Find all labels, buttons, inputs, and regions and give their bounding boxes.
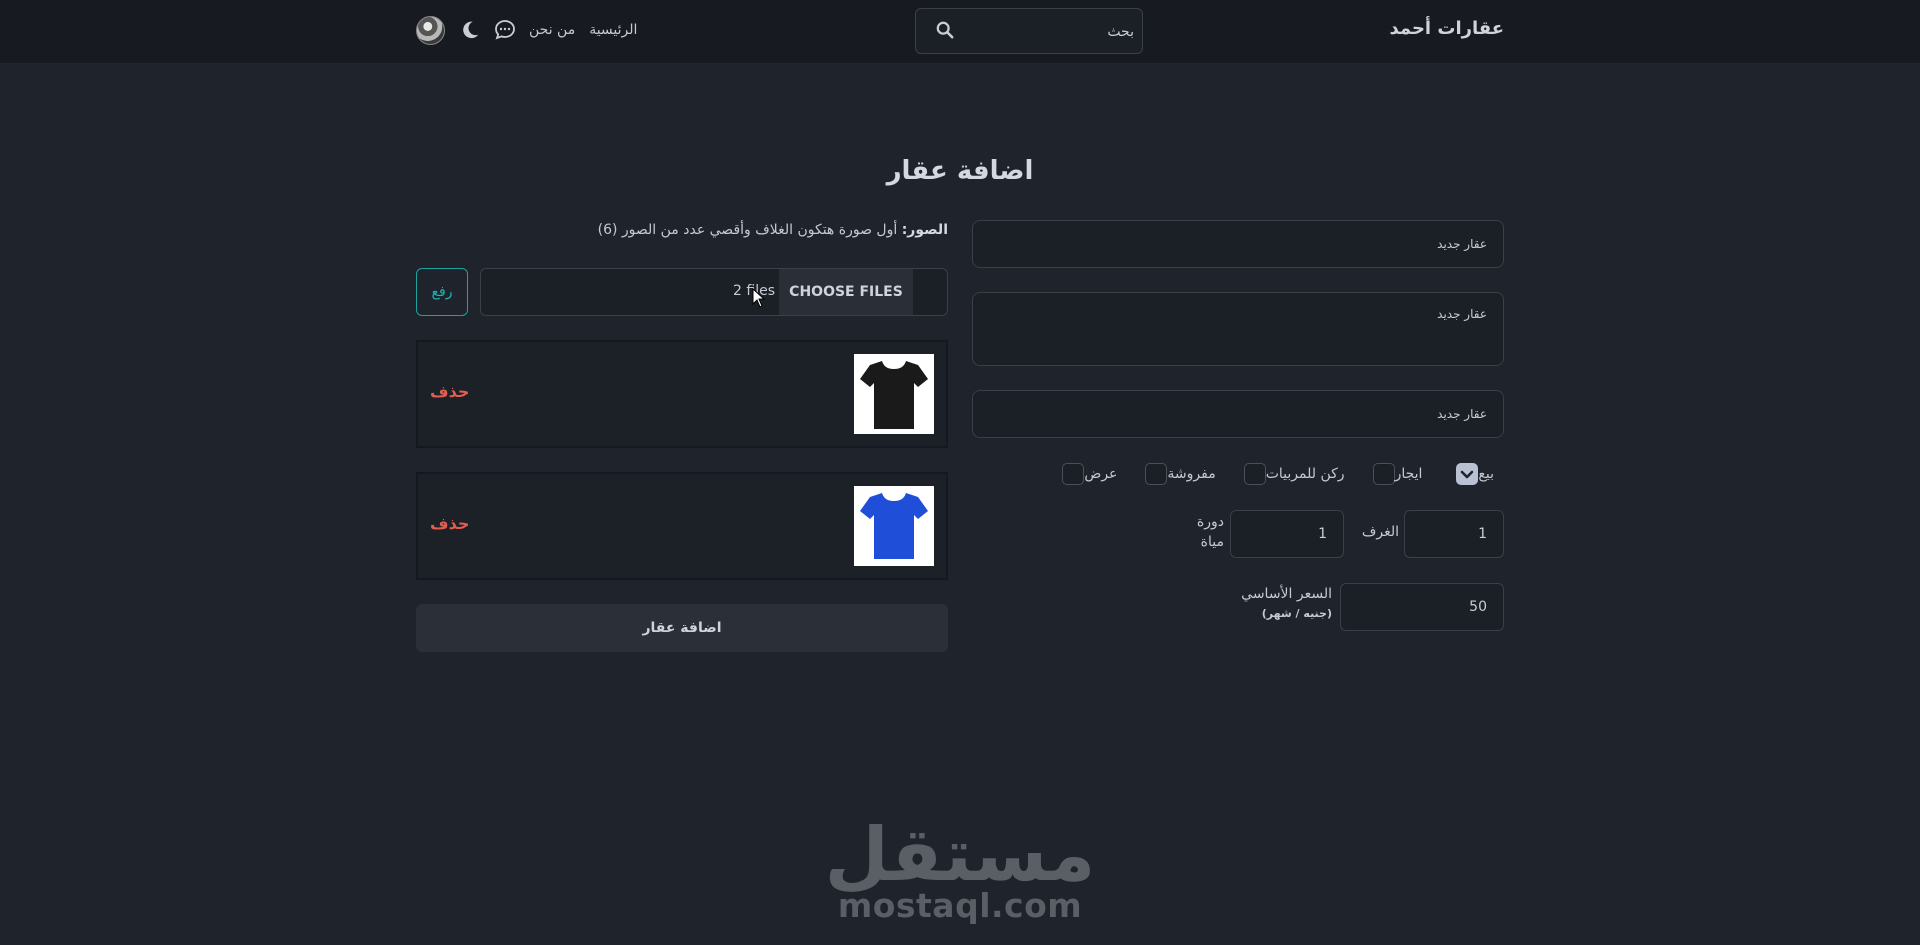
search-box — [915, 8, 1143, 54]
mouse-cursor-icon — [752, 288, 766, 308]
file-input[interactable]: CHOOSE FILES 2 files — [480, 268, 948, 316]
tshirt-icon — [860, 493, 928, 559]
checkbox-furnished-box[interactable] — [1145, 463, 1168, 485]
checkbox-parking-box[interactable] — [1243, 463, 1266, 485]
chevron-down-icon — [1461, 470, 1474, 479]
nav-links: من نحن الرئيسية — [416, 14, 651, 46]
checkbox-sale[interactable]: بيع — [1456, 463, 1504, 485]
checkbox-furnished-label: مفروشة — [1167, 466, 1216, 482]
bathrooms-label: دورة مياة — [1196, 514, 1224, 550]
checkbox-rent-label: ايجار — [1394, 466, 1423, 482]
checkbox-sale-label: بيع — [1478, 466, 1494, 482]
checkbox-parking[interactable]: ركن للمربيات — [1243, 463, 1355, 485]
brand-logo[interactable]: عقارات أحمد — [1389, 18, 1504, 39]
price-input[interactable] — [1340, 583, 1504, 631]
checkbox-parking-label: ركن للمربيات — [1265, 466, 1345, 482]
bathrooms-input[interactable] — [1230, 510, 1344, 558]
checkbox-sale-box[interactable] — [1456, 463, 1479, 485]
page-title: اضافة عقار — [886, 156, 1034, 186]
checkbox-offer[interactable]: عرض — [1062, 463, 1127, 485]
property-address-field[interactable] — [972, 390, 1504, 438]
moon-icon[interactable] — [459, 19, 481, 41]
delete-image-button[interactable]: حذف — [430, 514, 469, 533]
search-icon[interactable] — [936, 21, 954, 39]
choose-files-button[interactable]: CHOOSE FILES — [779, 269, 913, 315]
avatar[interactable] — [416, 15, 445, 45]
delete-image-button[interactable]: حذف — [430, 382, 469, 401]
property-description-field[interactable]: عقار جديد — [972, 292, 1504, 366]
rooms-label: الغرف — [1361, 524, 1399, 540]
upload-button[interactable]: رفع — [416, 268, 468, 316]
add-property-button[interactable]: اضافة عقار — [416, 604, 948, 652]
checkbox-rent-box[interactable] — [1372, 463, 1395, 485]
image-thumbnail — [854, 486, 934, 566]
image-thumbnail — [854, 354, 934, 434]
checkbox-rent[interactable]: ايجار — [1372, 463, 1433, 485]
checkbox-furnished[interactable]: مفروشة — [1145, 463, 1225, 485]
tshirt-icon — [860, 361, 928, 429]
image-card: حذف — [416, 472, 948, 580]
images-note-text: أول صورة هتكون الغلاف وأقصي عدد من الصور… — [597, 222, 902, 238]
nav-link-home[interactable]: الرئيسية — [589, 22, 637, 38]
image-card: حذف — [416, 340, 948, 448]
price-label-group: السعر الأساسي (جنيه / شهر) — [1220, 584, 1332, 624]
price-label: السعر الأساسي — [1241, 586, 1332, 602]
search-input[interactable] — [964, 19, 1136, 45]
property-title-field[interactable] — [972, 220, 1504, 268]
nav-link-about[interactable]: من نحن — [529, 22, 575, 38]
rooms-input[interactable] — [1404, 510, 1504, 558]
watermark-logo-arabic: مستقل — [824, 812, 1096, 898]
price-unit-label: (جنيه / شهر) — [1261, 607, 1332, 620]
images-note-title: الصور: — [901, 222, 948, 238]
images-note: الصور: أول صورة هتكون الغلاف وأقصي عدد م… — [416, 222, 948, 238]
chat-icon[interactable] — [493, 18, 517, 42]
navbar: عقارات أحمد من نحن الرئيسية — [0, 0, 1920, 64]
checkbox-offer-box[interactable] — [1062, 463, 1085, 485]
watermark-logo-latin: mostaql.com — [837, 886, 1083, 925]
property-options: بيع ايجار ركن للمربيات مفروشة عرض — [1044, 462, 1504, 486]
checkbox-offer-label: عرض — [1084, 466, 1118, 482]
